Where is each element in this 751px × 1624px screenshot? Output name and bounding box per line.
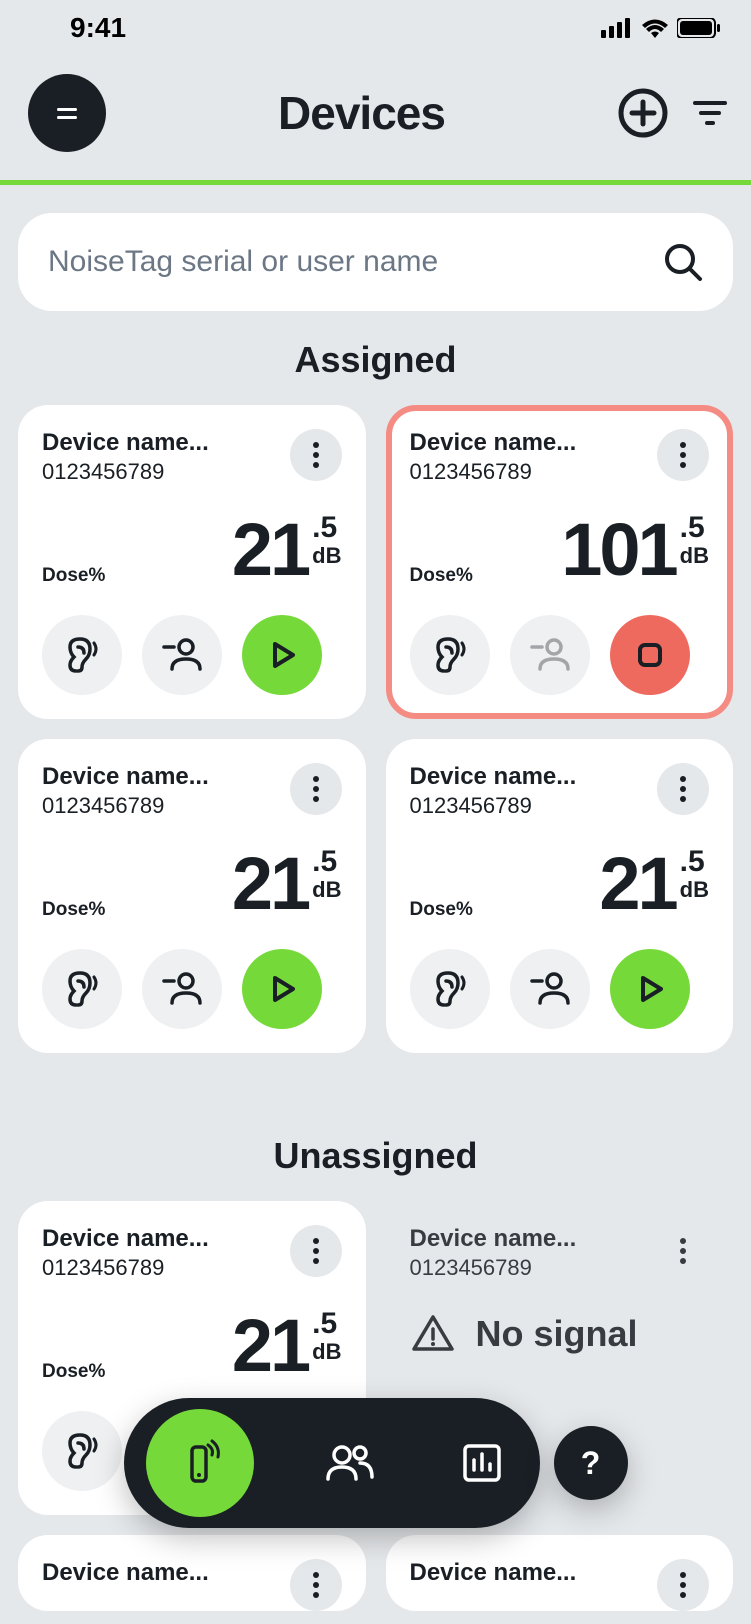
card-menu-button[interactable]: [290, 1559, 342, 1611]
dose-readout: 21 .5 dB: [599, 847, 709, 921]
ear-button[interactable]: [42, 1411, 122, 1491]
chart-icon: [459, 1440, 505, 1486]
device-card[interactable]: Device name... 0123456789 Dose% 101 .5 d…: [386, 405, 734, 719]
user-minus-icon: [528, 967, 572, 1011]
dock-pill: [124, 1398, 540, 1528]
dose-label: Dose%: [42, 565, 105, 587]
status-time: 9:41: [70, 12, 126, 44]
help-button[interactable]: ?: [554, 1426, 628, 1500]
card-menu-button[interactable]: [290, 429, 342, 481]
no-signal-text: No signal: [476, 1313, 638, 1355]
section-title-assigned: Assigned: [0, 339, 751, 381]
device-card[interactable]: Device name... 0123456789 Dose% 21 .5 dB: [386, 739, 734, 1053]
ear-icon: [428, 967, 472, 1011]
section-title-unassigned: Unassigned: [0, 1135, 751, 1177]
page-title: Devices: [106, 86, 617, 140]
ear-icon: [60, 1429, 104, 1473]
dose-label: Dose%: [42, 1361, 105, 1383]
status-bar: 9:41: [0, 0, 751, 56]
dose-readout: 21 .5 dB: [232, 847, 342, 921]
user-minus-icon: [528, 633, 572, 677]
device-name: Device name...: [42, 1559, 290, 1587]
menu-button[interactable]: [28, 74, 106, 152]
dose-label: Dose%: [410, 899, 473, 921]
play-icon: [633, 972, 667, 1006]
device-serial: 0123456789: [410, 1255, 658, 1281]
unassign-user-button[interactable]: [510, 949, 590, 1029]
battery-icon: [677, 18, 721, 38]
unassign-user-button[interactable]: [142, 615, 222, 695]
dose-label: Dose%: [410, 565, 473, 587]
play-icon: [265, 972, 299, 1006]
device-name: Device name...: [410, 429, 658, 457]
dose-readout: 21 .5 dB: [232, 1309, 342, 1383]
play-icon: [265, 638, 299, 672]
assigned-grid: Device name... 0123456789 Dose% 21 .5 dB: [0, 405, 751, 1053]
device-serial: 0123456789: [410, 459, 658, 485]
dose-readout: 101 .5 dB: [561, 513, 709, 587]
device-name: Device name...: [42, 763, 290, 791]
device-name: Device name...: [410, 1559, 658, 1587]
wifi-icon: [641, 18, 669, 38]
device-icon: [174, 1437, 226, 1489]
ear-icon: [60, 633, 104, 677]
card-menu-button[interactable]: [657, 1225, 709, 1277]
card-menu-button[interactable]: [290, 763, 342, 815]
dose-label: Dose%: [42, 899, 105, 921]
status-indicators: [601, 18, 721, 38]
device-name: Device name...: [42, 429, 290, 457]
tab-users[interactable]: [314, 1427, 386, 1499]
device-serial: 0123456789: [410, 793, 658, 819]
card-menu-button[interactable]: [657, 1559, 709, 1611]
device-card[interactable]: Device name...: [18, 1535, 366, 1611]
tab-devices[interactable]: [146, 1409, 254, 1517]
device-card[interactable]: Device name... 0123456789 Dose% 21 .5 dB: [18, 739, 366, 1053]
stop-icon: [636, 641, 664, 669]
device-card[interactable]: Device name...: [386, 1535, 734, 1611]
header: Devices: [0, 56, 751, 180]
device-serial: 0123456789: [42, 793, 290, 819]
card-menu-button[interactable]: [657, 763, 709, 815]
plus-circle-icon: [618, 88, 668, 138]
device-card[interactable]: Device name... 0123456789 Dose% 21 .5 dB: [18, 405, 366, 719]
device-serial: 0123456789: [42, 459, 290, 485]
users-icon: [324, 1437, 376, 1489]
unassign-user-button[interactable]: [142, 949, 222, 1029]
device-serial: 0123456789: [42, 1255, 290, 1281]
filter-button[interactable]: [687, 101, 733, 125]
play-button[interactable]: [242, 949, 322, 1029]
ear-button[interactable]: [410, 949, 490, 1029]
ear-button[interactable]: [42, 949, 122, 1029]
ear-button[interactable]: [42, 615, 122, 695]
card-menu-button[interactable]: [290, 1225, 342, 1277]
unassign-user-button[interactable]: [510, 615, 590, 695]
user-minus-icon: [160, 633, 204, 677]
tab-reports[interactable]: [446, 1427, 518, 1499]
search-icon[interactable]: [663, 242, 703, 282]
device-name: Device name...: [410, 1225, 658, 1253]
ear-icon: [60, 967, 104, 1011]
bottom-dock: ?: [124, 1398, 628, 1528]
warning-icon: [410, 1311, 456, 1357]
device-name: Device name...: [42, 1225, 290, 1253]
card-menu-button[interactable]: [657, 429, 709, 481]
ear-icon: [428, 633, 472, 677]
play-button[interactable]: [242, 615, 322, 695]
search-bar[interactable]: [18, 213, 733, 311]
dose-readout: 21 .5 dB: [232, 513, 342, 587]
ear-button[interactable]: [410, 615, 490, 695]
device-name: Device name...: [410, 763, 658, 791]
user-minus-icon: [160, 967, 204, 1011]
add-button[interactable]: [617, 87, 669, 139]
stop-button[interactable]: [610, 615, 690, 695]
play-button[interactable]: [610, 949, 690, 1029]
accent-divider: [0, 180, 751, 185]
search-input[interactable]: [48, 245, 663, 279]
cellular-icon: [601, 18, 633, 38]
